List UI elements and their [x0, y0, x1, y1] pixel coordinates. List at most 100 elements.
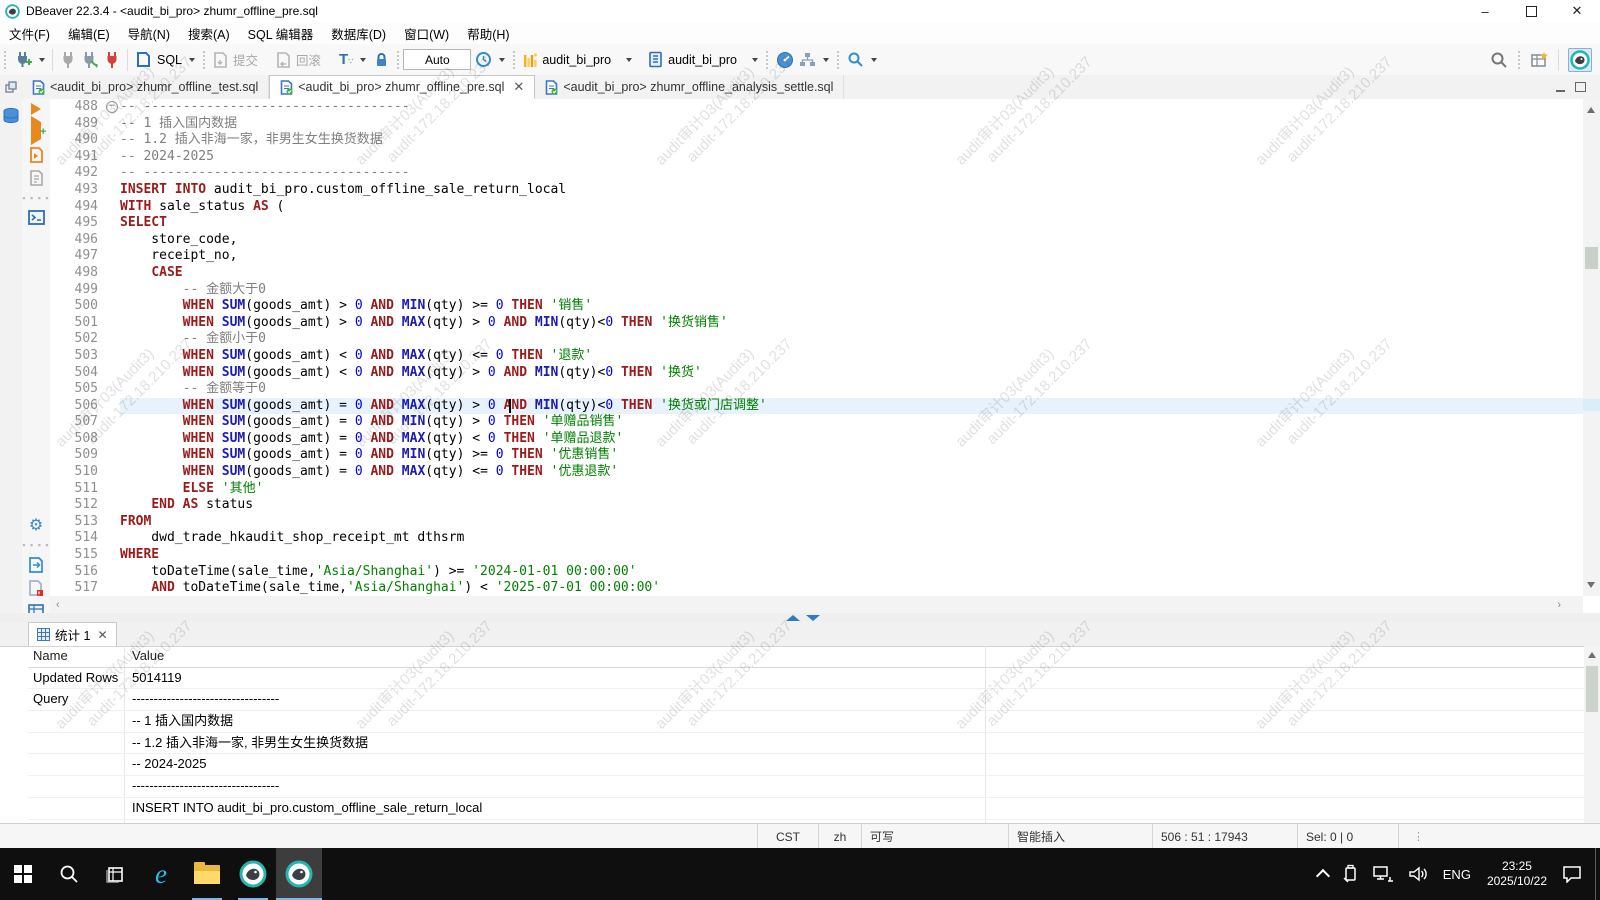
editor-tab-2[interactable]: <audit_bi_pro> zhumr_offline_analysis_se… — [535, 75, 844, 99]
table-row-5[interactable]: ---------------------------------- — [28, 776, 1584, 798]
column-value[interactable]: Value — [125, 646, 986, 667]
code-line-498[interactable]: 498 CASE — [50, 265, 1583, 282]
close-button[interactable]: ✕ — [1554, 0, 1600, 22]
execute-statement-icon[interactable] — [31, 103, 41, 115]
settings-gear-icon[interactable]: ⚙ — [29, 517, 43, 533]
table-row-1[interactable]: Query---------------------------------- — [28, 689, 1584, 711]
sql-dropdown-icon[interactable] — [189, 58, 195, 62]
maximize-view-icon[interactable] — [1575, 82, 1586, 92]
code-line-503[interactable]: 503 WHEN SUM(goods_amt) < 0 AND MAX(qty)… — [50, 348, 1583, 365]
table-row-3[interactable]: -- 1.2 插入非海一家, 非男生女生换货数据 — [28, 733, 1584, 755]
scroll-up-icon[interactable] — [1587, 107, 1595, 113]
sql-label[interactable]: SQL — [157, 53, 182, 67]
database-select-dropdown-icon[interactable] — [752, 58, 758, 62]
splitter-down-icon[interactable] — [806, 615, 820, 621]
scroll-right-icon[interactable]: › — [1557, 599, 1561, 611]
sql-editor-icon[interactable] — [135, 51, 152, 68]
code-line-494[interactable]: 494WITH sale_status AS ( — [50, 199, 1583, 216]
execute-new-tab-icon[interactable]: + — [31, 122, 41, 140]
code-line-512[interactable]: 512 END AS status — [50, 497, 1583, 514]
scrollbar-thumb[interactable] — [1586, 666, 1598, 712]
editor-horizontal-scrollbar[interactable]: ‹ › — [50, 596, 1583, 613]
minimize-button[interactable]: – — [1462, 0, 1508, 22]
code-line-490[interactable]: 490-- 1.2 插入非海一家，非男生女生换货数据 — [50, 132, 1583, 149]
action-center-button[interactable] — [1555, 865, 1589, 883]
dashboard-icon[interactable] — [776, 51, 794, 69]
tab-close-icon[interactable]: ✕ — [97, 628, 107, 642]
transaction-dropdown-icon[interactable] — [360, 58, 366, 62]
maximize-button[interactable] — [1508, 0, 1554, 22]
menu-item-7[interactable]: 帮助(H) — [458, 22, 518, 45]
menu-item-0[interactable]: 文件(F) — [0, 22, 59, 45]
code-line-489[interactable]: 489-- 1 插入国内数据 — [50, 116, 1583, 133]
code-line-488[interactable]: 488−-- ---------------------------------… — [50, 99, 1583, 116]
scrollbar-thumb[interactable] — [1585, 247, 1598, 269]
scroll-up-icon[interactable] — [1588, 652, 1596, 658]
internet-explorer-button[interactable]: e — [138, 848, 184, 900]
table-row-6[interactable]: INSERT INTO audit_bi_pro.custom_offline_… — [28, 798, 1584, 820]
menu-item-3[interactable]: 搜索(A) — [179, 22, 239, 45]
history-clock-icon[interactable] — [475, 51, 492, 68]
reconnect-icon[interactable] — [81, 51, 99, 69]
menu-item-1[interactable]: 编辑(E) — [59, 22, 119, 45]
code-line-509[interactable]: 509 WHEN SUM(goods_amt) = 0 AND MIN(qty)… — [50, 447, 1583, 464]
code-line-492[interactable]: 492-- ---------------------------------- — [50, 165, 1583, 182]
code-line-501[interactable]: 501 WHEN SUM(goods_amt) > 0 AND MAX(qty)… — [50, 315, 1583, 332]
new-connection-icon[interactable] — [14, 51, 32, 69]
code-line-506[interactable]: 506 WHEN SUM(goods_amt) = 0 AND MAX(qty)… — [50, 398, 1583, 415]
column-name[interactable]: Name — [28, 646, 125, 667]
tab-close-icon[interactable]: ✕ — [513, 79, 524, 95]
explain-plan-icon[interactable] — [29, 170, 44, 186]
code-line-504[interactable]: 504 WHEN SUM(goods_amt) < 0 AND MAX(qty)… — [50, 365, 1583, 382]
code-line-495[interactable]: 495SELECT — [50, 215, 1583, 232]
scroll-left-icon[interactable]: ‹ — [56, 599, 60, 611]
active-connection[interactable]: audit_bi_pro — [542, 53, 611, 67]
code-line-491[interactable]: 491-- 2024-2025 — [50, 149, 1583, 166]
usb-tray-icon[interactable] — [1335, 864, 1365, 884]
show-desktop-button[interactable] — [1595, 848, 1600, 900]
code-line-493[interactable]: 493INSERT INTO audit_bi_pro.custom_offli… — [50, 182, 1583, 199]
taskbar-search-button[interactable] — [46, 848, 92, 900]
terminal-icon[interactable] — [28, 210, 45, 225]
search-data-icon[interactable] — [847, 51, 864, 68]
menu-item-4[interactable]: SQL 编辑器 — [239, 22, 323, 45]
connection-dropdown-icon[interactable] — [39, 58, 45, 62]
code-line-502[interactable]: 502 -- 金额小于0 — [50, 331, 1583, 348]
active-database[interactable]: audit_bi_pro — [668, 53, 737, 67]
editor-tab-0[interactable]: <audit_bi_pro> zhumr_offline_test.sql — [22, 75, 269, 99]
er-diagram-icon[interactable] — [799, 52, 816, 68]
diagram-dropdown-icon[interactable] — [823, 58, 829, 62]
code-line-513[interactable]: 513FROM — [50, 514, 1583, 531]
minimize-view-icon[interactable] — [1556, 82, 1565, 92]
code-line-500[interactable]: 500 WHEN SUM(goods_amt) > 0 AND MIN(qty)… — [50, 298, 1583, 315]
menu-item-2[interactable]: 导航(N) — [119, 22, 179, 45]
code-line-499[interactable]: 499 -- 金额大于0 — [50, 282, 1583, 299]
disconnect-icon[interactable] — [104, 51, 120, 69]
volume-tray-icon[interactable] — [1401, 865, 1435, 883]
connect-icon[interactable] — [60, 51, 76, 69]
dbeaver-taskbar-button-active[interactable] — [276, 848, 322, 900]
menu-item-5[interactable]: 数据库(D) — [322, 22, 395, 45]
code-line-515[interactable]: 515WHERE — [50, 547, 1583, 564]
code-line-505[interactable]: 505 -- 金额等于0 — [50, 381, 1583, 398]
clock[interactable]: 23:25 2025/10/22 — [1479, 859, 1555, 889]
table-row-0[interactable]: Updated Rows5014119 — [28, 668, 1584, 690]
dbeaver-perspective-button[interactable] — [1568, 48, 1592, 72]
file-explorer-button[interactable] — [184, 848, 230, 900]
code-line-510[interactable]: 510 WHEN SUM(goods_amt) = 0 AND MAX(qty)… — [50, 464, 1583, 481]
editor-vertical-scrollbar[interactable] — [1583, 99, 1600, 596]
tray-expand-button[interactable] — [1311, 867, 1335, 881]
editor-tab-1[interactable]: <audit_bi_pro> zhumr_offline_pre.sql✕ — [269, 75, 535, 99]
code-line-497[interactable]: 497 receipt_no, — [50, 248, 1583, 265]
database-navigator-icon[interactable] — [2, 107, 20, 125]
unsaved-file-icon[interactable] — [28, 580, 44, 597]
start-button[interactable] — [0, 848, 46, 900]
sql-code-editor[interactable]: 488−-- ---------------------------------… — [50, 99, 1583, 596]
statistics-tab[interactable]: 统计 1 ✕ — [28, 622, 117, 646]
language-indicator[interactable]: ENG — [1435, 867, 1479, 882]
table-row-2[interactable]: -- 1 插入国内数据 — [28, 711, 1584, 733]
execute-script-icon[interactable] — [28, 147, 44, 163]
results-vertical-scrollbar[interactable] — [1584, 646, 1600, 823]
quick-access-search-icon[interactable] — [1490, 51, 1508, 69]
splitter-up-icon[interactable] — [786, 615, 800, 621]
